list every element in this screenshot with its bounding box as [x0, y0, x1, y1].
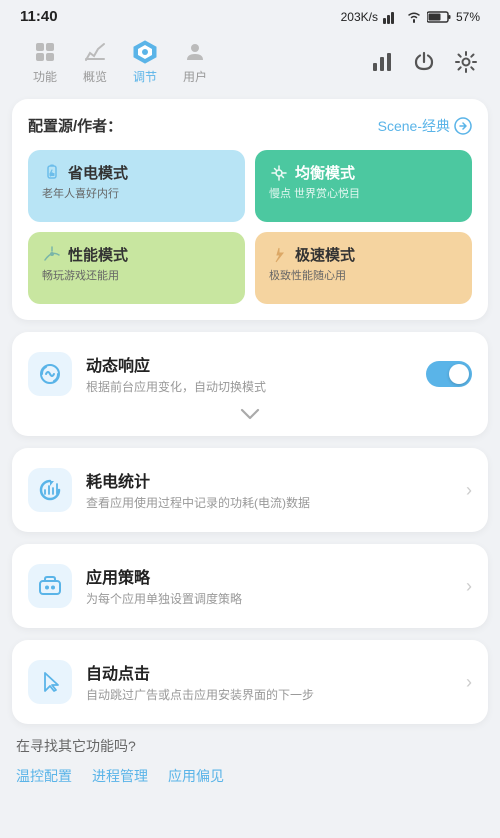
auto-click-chevron-wrap: › [466, 672, 472, 693]
dynamic-response-toggle-wrap [426, 361, 472, 387]
top-nav: 功能 概览 调节 [0, 29, 500, 99]
tab-function-label: 功能 [33, 68, 57, 85]
link-icon [454, 117, 472, 135]
balance-name: 均衡模式 [295, 162, 355, 183]
bottom-link-thermal[interactable]: 温控配置 [16, 766, 72, 786]
performance-desc: 畅玩游戏还能用 [42, 269, 231, 283]
turbo-name: 极速模式 [295, 244, 355, 265]
config-link[interactable]: Scene-经典 [378, 116, 472, 136]
signal-icon [383, 10, 401, 24]
balance-mode-icon [269, 163, 289, 183]
dynamic-response-toggle[interactable] [426, 361, 472, 387]
dynamic-response-icon [37, 361, 63, 387]
settings-button[interactable] [452, 48, 480, 76]
dynamic-response-text: 动态响应 根据前台应用变化，自动切换模式 [86, 352, 412, 396]
stats-button[interactable] [368, 48, 396, 76]
mode-turbo[interactable]: 极速模式 极致性能随心用 [255, 232, 472, 304]
config-title: 配置源/作者： [28, 115, 122, 136]
nav-tabs: 功能 概览 调节 [20, 35, 220, 89]
bottom-links: 温控配置 进程管理 应用偏见 [16, 766, 484, 786]
power-stats-icon-wrap [28, 468, 72, 512]
turbo-mode-icon [269, 245, 289, 265]
expand-chevron[interactable] [240, 408, 260, 420]
power-stats-icon [37, 477, 63, 503]
auto-click-icon-wrap [28, 660, 72, 704]
auto-click-item: 自动点击 自动跳过广告或点击应用安装界面的下一步 › [28, 656, 472, 708]
power-save-mode-icon [42, 163, 62, 183]
app-strategy-card[interactable]: 应用策略 为每个应用单独设置调度策略 › [12, 544, 488, 628]
auto-click-icon [37, 669, 63, 695]
auto-click-chevron: › [466, 672, 472, 693]
power-stats-text: 耗电统计 查看应用使用过程中记录的功耗(电流)数据 [86, 468, 452, 512]
auto-click-card[interactable]: 自动点击 自动跳过广告或点击应用安装界面的下一步 › [12, 640, 488, 724]
power-stats-chevron-wrap: › [466, 480, 472, 501]
turbo-desc: 极致性能随心用 [269, 269, 458, 283]
nav-actions [368, 48, 480, 76]
app-strategy-desc: 为每个应用单独设置调度策略 [86, 591, 452, 608]
tab-adjust-label: 调节 [133, 68, 157, 85]
tab-function[interactable]: 功能 [20, 35, 70, 89]
app-strategy-title: 应用策略 [86, 564, 452, 588]
status-right: 203K/s 57% [341, 10, 480, 24]
power-save-name: 省电模式 [68, 162, 128, 183]
config-card: 配置源/作者： Scene-经典 省电模 [12, 99, 488, 320]
wifi-icon [406, 10, 422, 24]
power-stats-item: 耗电统计 查看应用使用过程中记录的功耗(电流)数据 › [28, 464, 472, 516]
expand-area [28, 400, 472, 420]
dynamic-response-item: 动态响应 根据前台应用变化，自动切换模式 [28, 348, 472, 400]
mode-grid: 省电模式 老年人喜好内行 均衡模式 [28, 150, 472, 304]
power-stats-card[interactable]: 耗电统计 查看应用使用过程中记录的功耗(电流)数据 › [12, 448, 488, 532]
dynamic-response-title: 动态响应 [86, 352, 412, 376]
mode-balance[interactable]: 均衡模式 慢点 世界赏心悦目 [255, 150, 472, 222]
performance-mode-icon [42, 245, 62, 265]
dynamic-response-icon-wrap [28, 352, 72, 396]
power-stats-desc: 查看应用使用过程中记录的功耗(电流)数据 [86, 495, 452, 512]
auto-click-title: 自动点击 [86, 660, 452, 684]
overview-icon [82, 39, 108, 65]
config-link-text: Scene-经典 [378, 116, 450, 136]
auto-click-desc: 自动跳过广告或点击应用安装界面的下一步 [86, 687, 452, 704]
auto-click-text: 自动点击 自动跳过广告或点击应用安装界面的下一步 [86, 660, 452, 704]
dynamic-response-card: 动态响应 根据前台应用变化，自动切换模式 [12, 332, 488, 436]
config-header: 配置源/作者： Scene-经典 [28, 115, 472, 136]
app-strategy-chevron-wrap: › [466, 576, 472, 597]
app-strategy-icon [37, 573, 63, 599]
mode-performance[interactable]: 性能模式 畅玩游戏还能用 [28, 232, 245, 304]
performance-name: 性能模式 [68, 244, 128, 265]
app-strategy-item: 应用策略 为每个应用单独设置调度策略 › [28, 560, 472, 612]
bottom-link-process[interactable]: 进程管理 [92, 766, 148, 786]
function-icon [32, 39, 58, 65]
tab-adjust[interactable]: 调节 [120, 35, 170, 89]
power-save-desc: 老年人喜好内行 [42, 187, 231, 201]
app-strategy-text: 应用策略 为每个应用单独设置调度策略 [86, 564, 452, 608]
power-button[interactable] [410, 48, 438, 76]
status-bar: 11:40 203K/s 57% [0, 0, 500, 29]
battery-percent: 57% [456, 10, 480, 24]
tab-user-label: 用户 [183, 68, 207, 85]
app-strategy-chevron: › [466, 576, 472, 597]
status-time: 11:40 [20, 8, 58, 25]
balance-desc: 慢点 世界赏心悦目 [269, 187, 458, 201]
tab-overview-label: 概览 [83, 68, 107, 85]
main-content: 配置源/作者： Scene-经典 省电模 [0, 99, 500, 724]
battery-icon [427, 10, 451, 24]
power-stats-title: 耗电统计 [86, 468, 452, 492]
bottom-title: 在寻找其它功能吗? [16, 736, 484, 756]
user-icon [182, 39, 208, 65]
bottom-section: 在寻找其它功能吗? 温控配置 进程管理 应用偏见 [0, 724, 500, 806]
network-speed: 203K/s [341, 10, 378, 24]
adjust-icon [132, 39, 158, 65]
tab-overview[interactable]: 概览 [70, 35, 120, 89]
dynamic-response-desc: 根据前台应用变化，自动切换模式 [86, 379, 412, 396]
tab-user[interactable]: 用户 [170, 35, 220, 89]
mode-power-save[interactable]: 省电模式 老年人喜好内行 [28, 150, 245, 222]
bottom-link-appbias[interactable]: 应用偏见 [168, 766, 224, 786]
power-stats-chevron: › [466, 480, 472, 501]
app-strategy-icon-wrap [28, 564, 72, 608]
